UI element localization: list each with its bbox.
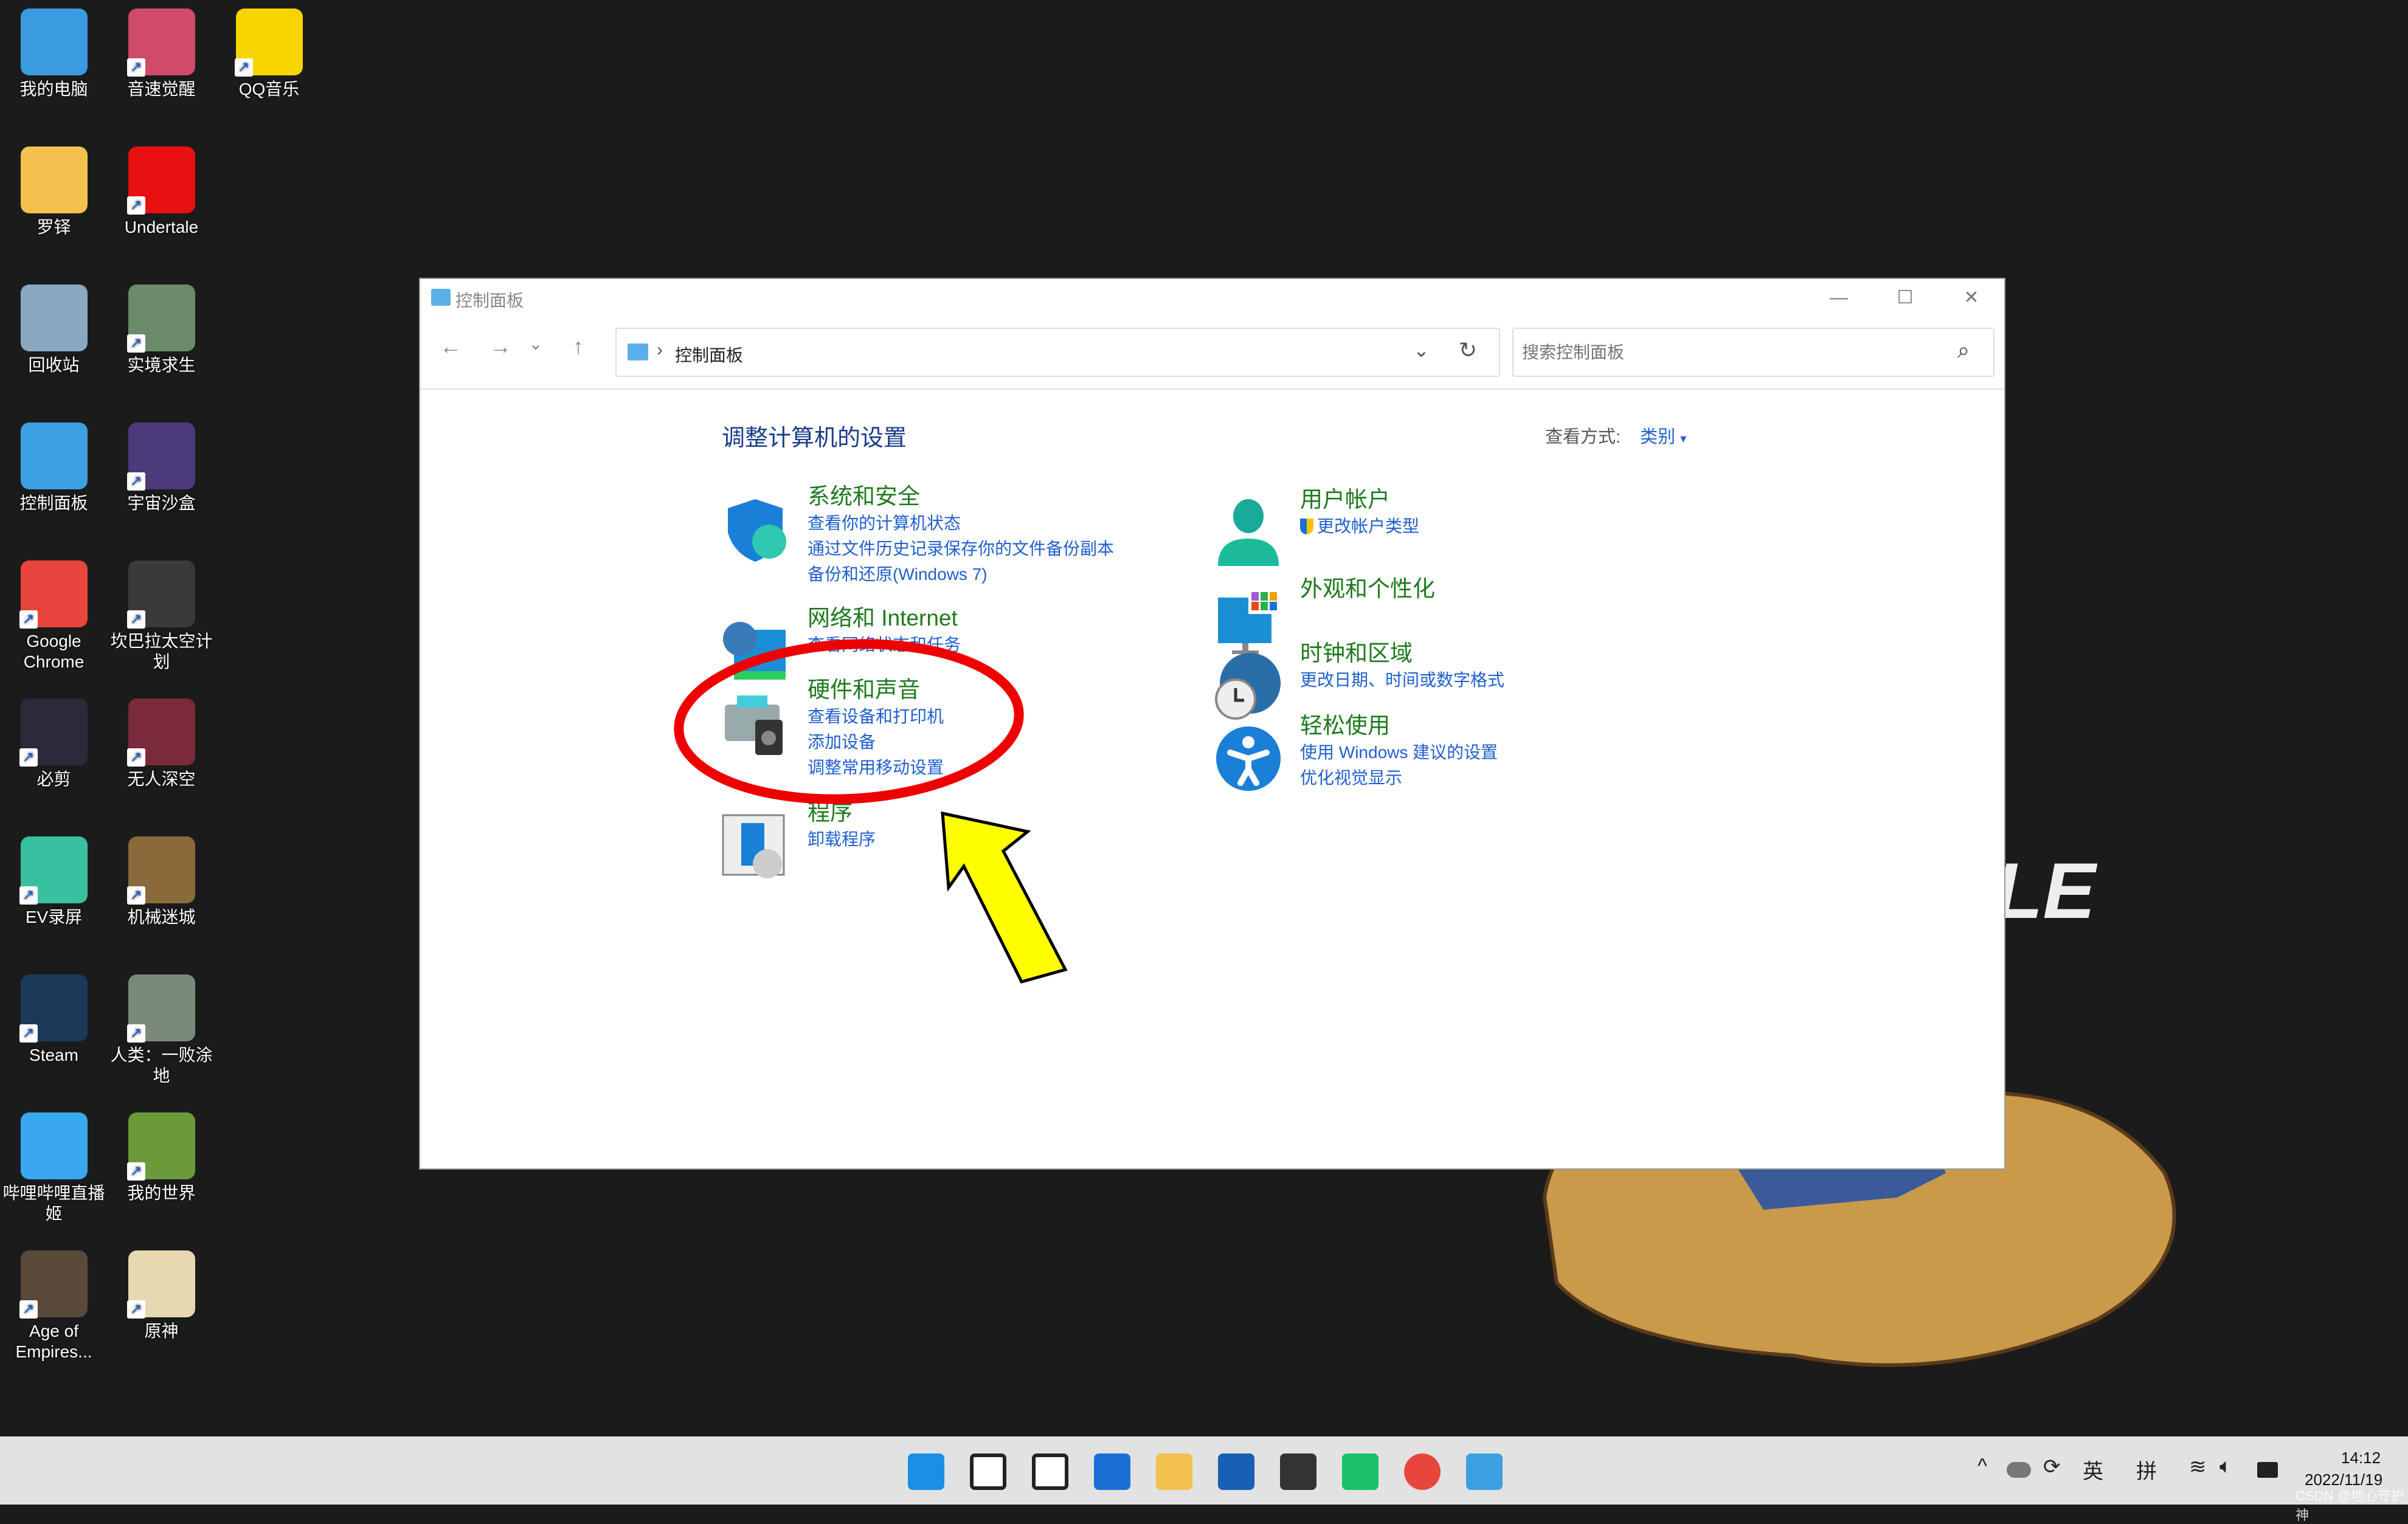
taskbar: ^ ⟳ 英 拼 ≋ 🔈︎ 14:12 2022/11/19 CSDN @地心守护… (0, 1436, 2408, 1523)
chrome-taskbar-icon[interactable] (1404, 1453, 1441, 1490)
volume-icon[interactable]: 🔈︎ (2219, 1455, 2232, 1478)
onedrive-icon[interactable] (2007, 1462, 2031, 1478)
red-highlight-ellipse (674, 639, 1024, 804)
file-explorer-taskbar-icon[interactable] (1156, 1453, 1192, 1490)
unity-taskbar-icon[interactable] (1280, 1453, 1316, 1490)
annotation-overlay (674, 639, 1068, 984)
search-taskbar-icon[interactable] (970, 1453, 1006, 1490)
battery-icon[interactable] (2257, 1462, 2278, 1478)
task-view-taskbar-icon[interactable] (1032, 1453, 1068, 1490)
show-hidden-icons-button[interactable]: ^ (1977, 1455, 1987, 1478)
control-panel-taskbar-icon[interactable] (1466, 1453, 1503, 1490)
ime-mode[interactable]: 拼 (2136, 1455, 2157, 1484)
start-taskbar-icon[interactable] (908, 1453, 944, 1490)
yellow-arrow (941, 811, 1068, 984)
ime-language[interactable]: 英 (2083, 1455, 2103, 1484)
widgets-taskbar-icon[interactable] (1094, 1453, 1130, 1490)
wechat-app-taskbar-icon[interactable] (1342, 1453, 1379, 1490)
store-taskbar-icon[interactable] (1218, 1453, 1254, 1490)
wifi-icon[interactable]: ≋ (2189, 1455, 2207, 1479)
sync-icon[interactable]: ⟳ (2043, 1455, 2061, 1479)
clock-time[interactable]: 14:12 (2341, 1449, 2381, 1467)
watermark: CSDN @地心守护神 (2296, 1488, 2404, 1523)
